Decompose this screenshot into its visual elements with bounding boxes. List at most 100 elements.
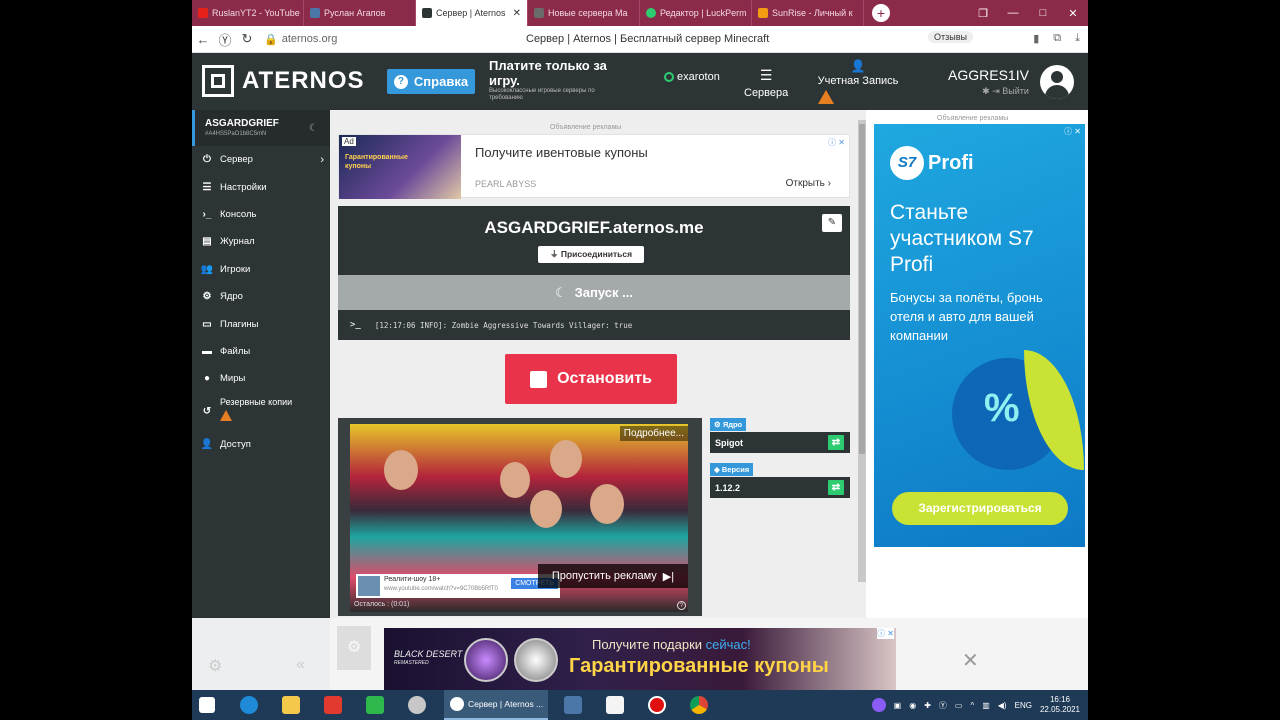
- status-bar: ☾ Запуск ...: [338, 275, 850, 310]
- sidebar-item-access[interactable]: 👤 Доступ: [192, 431, 330, 458]
- yandex-icon[interactable]: [318, 690, 348, 720]
- browser-tab[interactable]: Новые сервера Ma: [528, 0, 640, 26]
- sidebar-item-console[interactable]: ›_ Консоль: [192, 201, 330, 228]
- reviews-button[interactable]: Отзывы: [928, 31, 973, 43]
- bookmark-icon[interactable]: ▮: [1033, 32, 1039, 45]
- maximize-icon[interactable]: □: [1028, 7, 1058, 19]
- tray-icon[interactable]: ▣: [894, 701, 902, 710]
- logout-link[interactable]: Выйти: [1002, 86, 1029, 96]
- top-ad-banner[interactable]: Ad Гарантированные купоны Получите ивент…: [338, 134, 850, 199]
- close-window-icon[interactable]: ✕: [1058, 7, 1088, 20]
- sidebar-item-software[interactable]: ⚙ Ядро: [192, 283, 330, 310]
- skip-ad-button[interactable]: Пропустить рекламу ▶|: [538, 564, 688, 588]
- sidebar-item-log[interactable]: ▤ Журнал: [192, 228, 330, 255]
- s7-ad[interactable]: ⓘ ✕ S7 Profi Станьте участником S7 Profi …: [874, 124, 1085, 547]
- main-content: Объявление рекламы Ad Гарантированные ку…: [330, 110, 866, 618]
- sidebar-item-worlds[interactable]: ● Миры: [192, 365, 330, 392]
- clock[interactable]: 16:16 22.05.2021: [1040, 695, 1080, 715]
- lock-icon: 🔒: [264, 33, 278, 46]
- system-tray: ▣ ◉ ✚ Ⓨ ▭ ^ ▥ ◀) ENG 16:16 22.05.2021: [871, 695, 1088, 715]
- percent-icon: %: [984, 386, 1020, 430]
- sidebar-item-plugins[interactable]: ▭ Плагины: [192, 310, 330, 337]
- exaroton-logo[interactable]: exaroton: [664, 71, 720, 83]
- browser-tab[interactable]: RuslanYT2 - YouTube: [192, 0, 304, 26]
- sidebar-item-players[interactable]: 👥 Игроки: [192, 256, 330, 283]
- help-button[interactable]: ? Справка: [387, 69, 475, 94]
- tray-icon[interactable]: ▭: [955, 701, 963, 710]
- adchoices-icon[interactable]: ⓘ ✕: [1064, 126, 1081, 137]
- shuffle-icon[interactable]: ⇄: [828, 435, 844, 450]
- server-status-panel: ASGARDGRIEF.aternos.me ✎ ⏚ Присоединитьс…: [338, 206, 850, 340]
- stop-icon: [530, 370, 548, 388]
- alice-icon[interactable]: [871, 698, 886, 712]
- new-tab-button[interactable]: +: [872, 4, 890, 22]
- tag-icon: ◆: [714, 465, 720, 474]
- scrollbar-thumb[interactable]: [859, 124, 865, 454]
- register-button[interactable]: Зарегистрироваться: [892, 492, 1068, 525]
- collapse-icon[interactable]: «: [296, 656, 305, 674]
- user-menu[interactable]: AGGRES1IV ✱ ⇥ Выйти: [948, 67, 1029, 97]
- browser-tab[interactable]: Руслан Агапов: [304, 0, 416, 26]
- shuffle-icon[interactable]: ⇄: [828, 480, 844, 495]
- reload-icon[interactable]: ↻: [236, 31, 258, 47]
- join-button[interactable]: ⏚ Присоединиться: [538, 246, 644, 263]
- sidebar-item-settings[interactable]: ☰ Настройки: [192, 173, 330, 200]
- browser-tab-active[interactable]: Сервер | Aternos ✕: [416, 0, 528, 26]
- edit-icon[interactable]: ✎: [822, 214, 842, 232]
- url-field[interactable]: 🔒 aternos.org: [264, 33, 337, 46]
- close-tab-icon[interactable]: ✕: [513, 8, 521, 19]
- tray-icon[interactable]: Ⓨ: [939, 700, 947, 711]
- browser-tab[interactable]: SunRise - Личный к: [752, 0, 864, 26]
- download-icon[interactable]: ⤓: [1075, 32, 1080, 45]
- sidebar-item-backups[interactable]: ↺ Резервные копии: [192, 393, 330, 431]
- vk-icon[interactable]: [558, 690, 588, 720]
- language-indicator[interactable]: ENG: [1015, 701, 1032, 710]
- server-selector[interactable]: ASGARDGRIEF #A4HS5PaO1b8C5mN ☾: [192, 110, 330, 146]
- account-nav[interactable]: 👤 Учетная Запись: [816, 59, 900, 107]
- sidebar-item-files[interactable]: ▬ Файлы: [192, 338, 330, 365]
- pin-icon[interactable]: ❐: [968, 7, 998, 20]
- record-icon[interactable]: [642, 690, 672, 720]
- adchoices-icon[interactable]: ⓘ ✕: [828, 137, 845, 148]
- aternos-logo[interactable]: ATERNOS: [202, 65, 365, 97]
- show-hidden-icon[interactable]: ^: [970, 701, 974, 710]
- servers-nav[interactable]: ☰ Сервера: [744, 67, 788, 99]
- close-ad-icon[interactable]: ✕: [962, 648, 979, 673]
- browser-tab[interactable]: Редактор | LuckPerm: [640, 0, 752, 26]
- avatar[interactable]: [1040, 65, 1074, 99]
- black-desert-ad[interactable]: BLACK DESERT REMASTERED Получите подарки …: [384, 628, 896, 690]
- minimize-icon[interactable]: —: [998, 7, 1028, 19]
- taskbar-browser-item[interactable]: Сервер | Aternos ...: [444, 690, 548, 720]
- software-select[interactable]: Spigot ⇄: [710, 432, 850, 453]
- moon-icon[interactable]: ☾: [309, 123, 318, 134]
- extensions-icon[interactable]: ⧉: [1053, 32, 1061, 45]
- history-icon: ↺: [202, 405, 212, 417]
- settings-icon[interactable]: ⚙: [208, 656, 222, 676]
- stop-button[interactable]: Остановить: [505, 354, 677, 404]
- explorer-icon[interactable]: [276, 690, 306, 720]
- ie-icon[interactable]: [234, 690, 264, 720]
- video-ad[interactable]: Подробнее... Реалити-шоу 18+ www.youtube…: [338, 418, 702, 616]
- file-icon[interactable]: [600, 690, 630, 720]
- tray-icon[interactable]: ◉: [909, 701, 916, 710]
- paint-icon[interactable]: [402, 690, 432, 720]
- tray-icon[interactable]: ✚: [924, 701, 931, 710]
- learn-more-button[interactable]: Подробнее...: [619, 426, 688, 441]
- start-icon[interactable]: [192, 690, 222, 720]
- network-icon[interactable]: ▥: [982, 701, 990, 710]
- console-preview[interactable]: >_ [12:17:06 INFO]: Zombie Aggressive Tow…: [350, 320, 632, 330]
- adchoices-icon[interactable]: ⓘ ✕: [877, 628, 894, 639]
- version-select[interactable]: 1.12.2 ⇄: [710, 477, 850, 498]
- sidebar-item-server[interactable]: ⏻ Сервер ›: [192, 146, 330, 173]
- settings-icon[interactable]: ✱: [982, 86, 990, 96]
- back-icon[interactable]: ←: [192, 32, 214, 47]
- exaroton-promo[interactable]: Платите только за игру. Высококлассные и…: [489, 58, 629, 102]
- yandex-icon[interactable]: Ⓨ: [214, 30, 236, 49]
- youtube-card[interactable]: Реалити-шоу 18+ www.youtube.com/watch?v=…: [356, 574, 560, 598]
- chrome-icon[interactable]: [684, 690, 714, 720]
- volume-icon[interactable]: ◀): [998, 701, 1007, 710]
- s7-logo: S7 Profi: [890, 146, 974, 180]
- store-icon[interactable]: [360, 690, 390, 720]
- ad-open-link[interactable]: Открыть ›: [786, 178, 831, 189]
- info-icon[interactable]: ?: [677, 601, 686, 610]
